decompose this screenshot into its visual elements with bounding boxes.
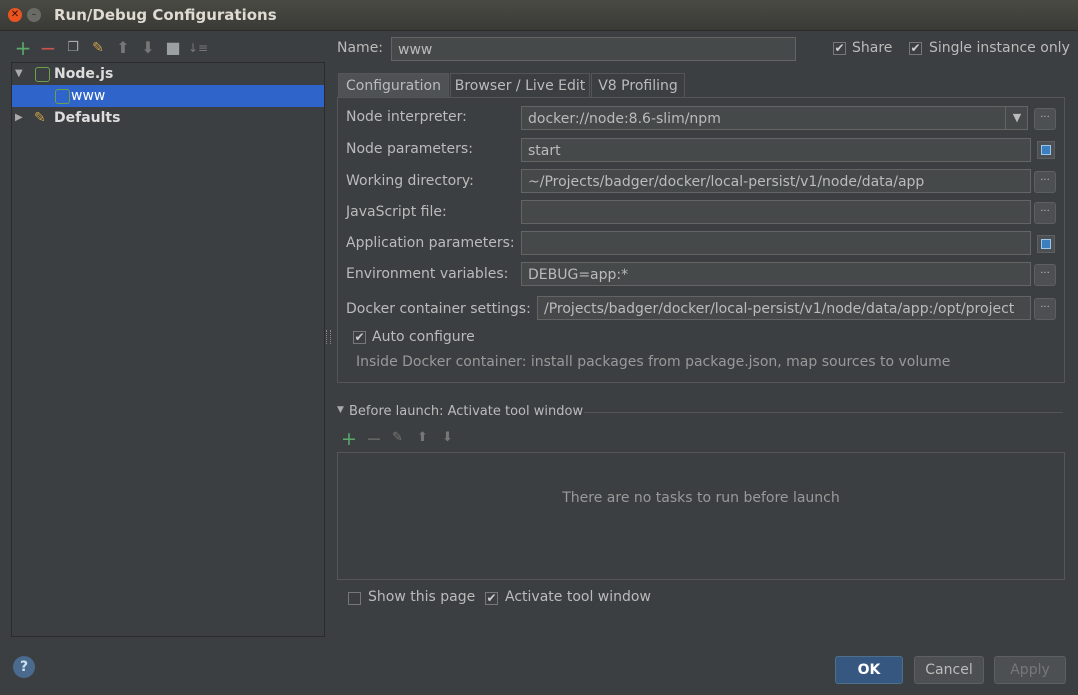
application-parameters-label: Application parameters: xyxy=(346,235,515,251)
copy-icon[interactable]: ❐ xyxy=(63,38,83,58)
single-instance-checkbox[interactable]: ✔ xyxy=(909,42,922,55)
tab-configuration[interactable]: Configuration xyxy=(338,73,449,97)
sort-icon[interactable]: ↓≡ xyxy=(188,38,208,58)
configuration-tree: ▼ Node.js www ▶ ✎ Defaults xyxy=(11,62,325,637)
single-instance-label: Single instance only xyxy=(929,40,1070,56)
environment-variables-browse-button[interactable]: ··· xyxy=(1034,264,1056,286)
tree-node-label: Node.js xyxy=(54,66,114,82)
docker-hint-text: Inside Docker container: install package… xyxy=(356,354,951,370)
move-down-icon[interactable]: ⬇ xyxy=(138,38,158,58)
empty-tasks-text: There are no tasks to run before launch xyxy=(562,490,840,506)
close-window-button[interactable]: ✕ xyxy=(8,8,22,22)
share-label: Share xyxy=(852,40,893,56)
edit-defaults-icon[interactable]: ✎ xyxy=(88,38,108,58)
chevron-down-icon[interactable]: ▼ xyxy=(1005,107,1028,129)
nodejs-icon xyxy=(35,67,50,82)
docker-settings-browse-button[interactable]: ··· xyxy=(1034,298,1056,320)
show-page-checkbox[interactable] xyxy=(348,592,361,605)
title-bar: ✕ – Run/Debug Configurations xyxy=(0,0,1078,31)
tree-node-label: Defaults xyxy=(54,110,121,126)
tree-node-nodejs[interactable]: ▼ Node.js xyxy=(12,63,324,85)
node-interpreter-browse-button[interactable]: ··· xyxy=(1034,108,1056,130)
application-parameters-input[interactable] xyxy=(521,231,1031,255)
javascript-file-input[interactable] xyxy=(521,200,1031,224)
activate-tool-window-label: Activate tool window xyxy=(505,589,651,605)
environment-variables-label: Environment variables: xyxy=(346,266,509,282)
nodejs-config-icon xyxy=(55,89,70,104)
section-divider xyxy=(584,412,1063,413)
move-up-icon[interactable]: ⬆ xyxy=(113,38,133,58)
node-interpreter-label: Node interpreter: xyxy=(346,109,467,125)
collapse-arrow-icon[interactable]: ▶ xyxy=(15,107,23,129)
help-icon[interactable]: ? xyxy=(13,656,35,678)
environment-variables-input[interactable]: DEBUG=app:* xyxy=(521,262,1031,286)
minimize-window-button[interactable]: – xyxy=(27,8,41,22)
cancel-button[interactable]: Cancel xyxy=(914,656,984,684)
tree-node-www[interactable]: www xyxy=(12,85,324,107)
working-directory-input[interactable]: ~/Projects/badger/docker/local-persist/v… xyxy=(521,169,1031,193)
edit-task-icon[interactable]: ✎ xyxy=(392,430,403,445)
expand-field-icon[interactable] xyxy=(1037,141,1055,159)
name-input[interactable]: www xyxy=(391,37,796,61)
expand-arrow-icon[interactable]: ▼ xyxy=(15,63,23,85)
before-launch-task-list[interactable]: There are no tasks to run before launch xyxy=(337,452,1065,580)
name-label: Name: xyxy=(337,40,384,56)
auto-configure-checkbox[interactable]: ✔ xyxy=(353,331,366,344)
expand-field-icon[interactable] xyxy=(1037,235,1055,253)
node-parameters-input[interactable]: start xyxy=(521,138,1031,162)
remove-icon[interactable]: − xyxy=(38,38,58,58)
remove-task-icon[interactable]: − xyxy=(366,428,382,450)
auto-configure-label: Auto configure xyxy=(372,329,475,345)
tree-node-defaults[interactable]: ▶ ✎ Defaults xyxy=(12,107,324,129)
working-directory-label: Working directory: xyxy=(346,173,474,189)
working-directory-browse-button[interactable]: ··· xyxy=(1034,171,1056,193)
activate-tool-window-checkbox[interactable]: ✔ xyxy=(485,592,498,605)
window-title: Run/Debug Configurations xyxy=(54,6,277,24)
collapse-arrow-icon[interactable]: ▼ xyxy=(337,405,344,415)
folder-icon[interactable]: ■ xyxy=(163,38,183,58)
show-page-label: Show this page xyxy=(368,589,476,605)
wrench-icon: ✎ xyxy=(34,110,46,126)
ok-button[interactable]: OK xyxy=(835,656,903,684)
node-interpreter-select[interactable]: docker://node:8.6-slim/npm xyxy=(521,106,1028,130)
tab-v8-profiling[interactable]: V8 Profiling xyxy=(591,73,685,97)
add-icon[interactable]: + xyxy=(13,38,33,58)
share-checkbox[interactable]: ✔ xyxy=(833,42,846,55)
apply-button[interactable]: Apply xyxy=(994,656,1066,684)
javascript-file-browse-button[interactable]: ··· xyxy=(1034,202,1056,224)
splitter-handle[interactable] xyxy=(326,330,331,344)
tab-browser-live-edit[interactable]: Browser / Live Edit xyxy=(450,73,590,97)
move-down-icon[interactable]: ⬇ xyxy=(442,430,453,445)
node-parameters-label: Node parameters: xyxy=(346,141,473,157)
before-launch-title: Before launch: Activate tool window xyxy=(349,404,584,419)
docker-settings-label: Docker container settings: xyxy=(346,301,531,317)
move-up-icon[interactable]: ⬆ xyxy=(417,430,428,445)
javascript-file-label: JavaScript file: xyxy=(346,204,447,220)
add-task-icon[interactable]: + xyxy=(341,428,357,450)
docker-settings-input[interactable]: /Projects/badger/docker/local-persist/v1… xyxy=(537,296,1031,320)
tree-node-label: www xyxy=(71,88,106,104)
